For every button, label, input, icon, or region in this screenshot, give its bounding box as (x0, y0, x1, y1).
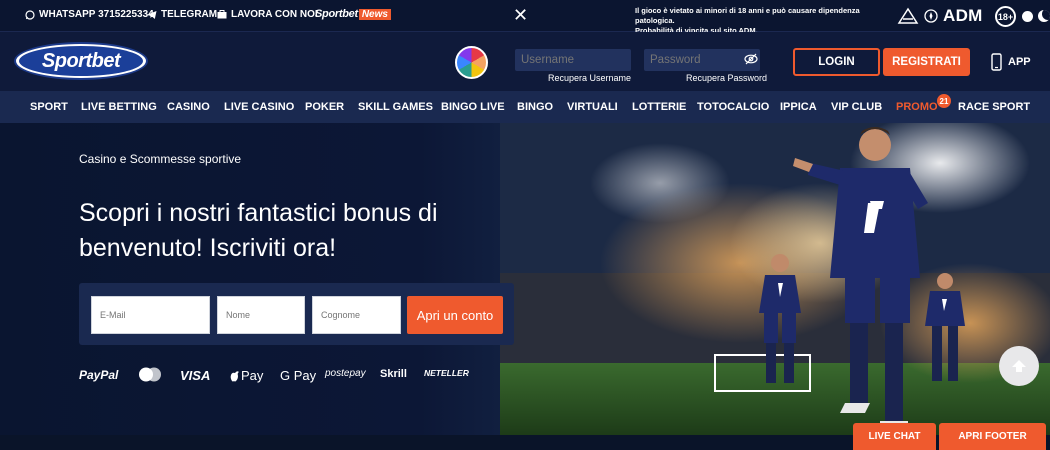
postepay-logo: postepay (325, 368, 366, 379)
nav-item-sport[interactable]: SPORT (30, 101, 68, 113)
login-button[interactable]: LOGIN (793, 48, 880, 76)
skrill-logo: Skrill (380, 368, 407, 380)
nav-item-ippica[interactable]: IPPICA (780, 101, 817, 113)
news-logo-brand: Sportbet (315, 8, 358, 20)
stadium-players-image (500, 123, 1050, 435)
jobs-label: LAVORA CON NOI (231, 9, 318, 20)
name-field[interactable] (217, 296, 305, 334)
nav-item-virtuali[interactable]: VIRTUALI (567, 101, 618, 113)
nav-item-bingo[interactable]: BINGO (517, 101, 553, 113)
dark-mode-icon[interactable] (1038, 10, 1050, 22)
promo-count-badge: 21 (937, 94, 951, 108)
nav-item-race-sport[interactable]: RACE SPORT (958, 101, 1030, 113)
live-chat-button[interactable]: LIVE CHAT (853, 423, 936, 450)
mastercard-logo (138, 367, 162, 387)
surname-field[interactable] (312, 296, 401, 334)
nav-item-casino[interactable]: CASINO (167, 101, 210, 113)
emblem-icon (924, 9, 938, 23)
recover-password-link[interactable]: Recupera Password (686, 73, 767, 83)
news-logo-tag: News (358, 8, 391, 20)
neteller-logo: NETELLER (424, 368, 469, 378)
apple-icon (230, 370, 239, 381)
open-footer-button[interactable]: APRI FOOTER (939, 423, 1046, 450)
arrow-up-icon (1012, 360, 1026, 372)
top-bar: WHATSAPP 3715225334 TELEGRAM LAVORA CON … (0, 0, 1050, 35)
signup-form: Apri un conto (79, 283, 514, 345)
apple-pay-text: Pay (241, 368, 264, 383)
apple-pay-logo: Pay (230, 368, 263, 383)
nav-item-vip-club[interactable]: VIP CLUB (831, 101, 882, 113)
whatsapp-icon (25, 9, 35, 20)
scroll-to-top-button[interactable] (999, 346, 1039, 386)
paypal-logo: PayPal (79, 368, 119, 382)
sportbet-news-logo[interactable]: Sportbet News (315, 8, 391, 20)
nav-item-live-casino[interactable]: LIVE CASINO (224, 101, 294, 113)
whatsapp-label: WHATSAPP 3715225334 (39, 9, 154, 20)
logo-oval: Sportbet (19, 46, 143, 76)
telegram-label: TELEGRAM (161, 9, 218, 20)
open-account-button[interactable]: Apri un conto (407, 296, 503, 334)
smartphone-icon (991, 53, 1002, 71)
warning-line-1: Il gioco è vietato ai minori di 18 anni … (635, 6, 860, 25)
sportbet-logo[interactable]: Sportbet (14, 42, 148, 80)
recover-username-link[interactable]: Recupera Username (548, 73, 631, 83)
logo-text: Sportbet (41, 49, 121, 72)
password-field[interactable] (644, 49, 760, 71)
nav-item-promo[interactable]: PROMO (896, 101, 938, 113)
username-field[interactable] (515, 49, 631, 71)
whatsapp-link[interactable]: WHATSAPP 3715225334 (25, 9, 154, 20)
color-wheel-icon[interactable] (455, 46, 488, 79)
telegram-icon (147, 10, 157, 19)
hero-subtitle: Casino e Scommesse sportive (79, 152, 242, 166)
main-nav: SPORT LIVE BETTING CASINO LIVE CASINO PO… (0, 91, 1050, 123)
adm-emblem-icon (897, 7, 919, 24)
adm-label: ADM (943, 6, 983, 25)
nav-item-bingo-live[interactable]: BINGO LIVE (441, 101, 505, 113)
nav-item-totocalcio[interactable]: TOTOCALCIO (697, 101, 769, 113)
light-mode-icon[interactable] (1022, 11, 1033, 22)
nav-item-lotterie[interactable]: LOTTERIE (632, 101, 686, 113)
eye-slash-icon[interactable] (744, 52, 758, 66)
google-pay-logo: G Pay (280, 368, 317, 383)
close-icon[interactable]: ✕ (513, 6, 528, 24)
nav-item-live-betting[interactable]: LIVE BETTING (81, 101, 157, 113)
email-field[interactable] (91, 296, 210, 334)
adm-logo[interactable]: ADM (897, 6, 983, 26)
briefcase-icon (217, 10, 227, 19)
hero-title: Scopri i nostri fantastici bonus di benv… (79, 199, 438, 262)
telegram-link[interactable]: TELEGRAM (147, 9, 217, 20)
age-18-badge: 18+ (995, 6, 1016, 27)
jobs-link[interactable]: LAVORA CON NOI (217, 9, 318, 20)
register-button[interactable]: REGISTRATI (883, 48, 970, 76)
mastercard-icon (139, 367, 161, 382)
nav-item-skill-games[interactable]: SKILL GAMES (358, 101, 433, 113)
app-link[interactable]: APP (991, 53, 1031, 71)
app-label: APP (1008, 56, 1031, 68)
nav-item-poker[interactable]: POKER (305, 101, 344, 113)
visa-logo: VISA (180, 368, 211, 383)
hero-banner: Casino e Scommesse sportive Scopri i nos… (0, 123, 1050, 435)
